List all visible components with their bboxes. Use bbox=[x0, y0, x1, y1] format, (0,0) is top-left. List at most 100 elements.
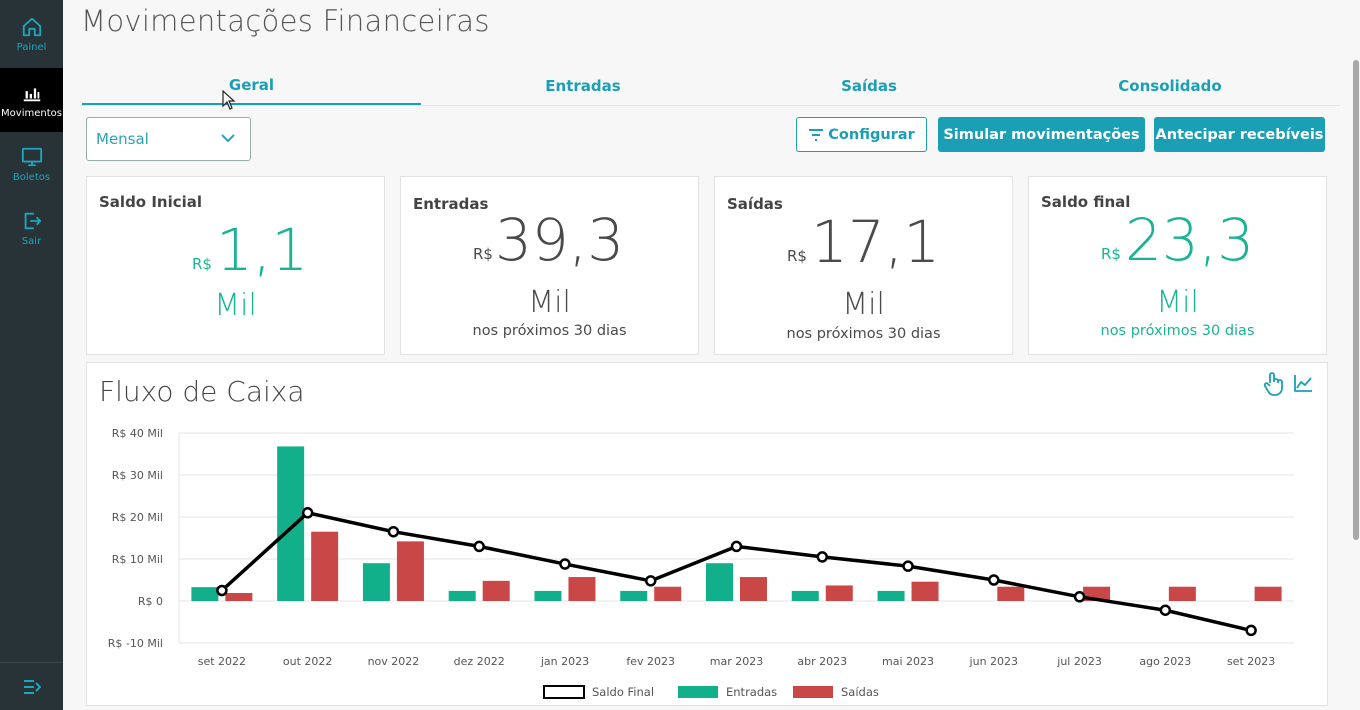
card-saldo-final: Saldo final R$ 23,3 Mil nos próximos 30 … bbox=[1028, 176, 1327, 355]
filter-icon bbox=[809, 128, 824, 141]
entradas-bar bbox=[534, 590, 562, 601]
sidebar-item-label: Painel bbox=[16, 41, 47, 53]
x-tick-label: jan 2023 bbox=[540, 655, 589, 668]
period-select-value: Mensal bbox=[96, 130, 149, 148]
saidas-bar bbox=[482, 580, 510, 601]
monitor-icon bbox=[21, 147, 42, 166]
saidas-bar bbox=[568, 577, 596, 601]
entradas-bar bbox=[448, 590, 476, 601]
card-subtitle: nos próximos 30 dias bbox=[1100, 323, 1255, 339]
saidas-bar bbox=[997, 586, 1025, 601]
card-title: Saldo Inicial bbox=[99, 193, 203, 211]
tab-geral[interactable]: Geral bbox=[82, 66, 421, 105]
x-tick-label: set 2022 bbox=[198, 655, 246, 668]
period-select[interactable]: Mensal bbox=[86, 117, 251, 161]
entradas-bar bbox=[362, 563, 390, 601]
simulate-button[interactable]: Simular movimentações bbox=[938, 117, 1145, 152]
card-subtitle: nos próximos 30 dias bbox=[786, 326, 941, 342]
legend-saldo-final-label: Saldo Final bbox=[592, 685, 654, 699]
saldo-final-point bbox=[816, 551, 829, 563]
anticipate-button[interactable]: Antecipar recebíveis bbox=[1154, 117, 1325, 152]
card-entradas: Entradas R$ 39,3 Mil nos próximos 30 dia… bbox=[400, 176, 699, 355]
card-title: Saldo final bbox=[1041, 193, 1131, 211]
y-tick-label: R$ 10 Mil bbox=[112, 553, 163, 566]
saidas-bar bbox=[225, 593, 253, 601]
legend-entradas-label: Entradas bbox=[726, 685, 777, 699]
saldo-final-point bbox=[473, 540, 485, 553]
legend-saidas-label: Saídas bbox=[841, 685, 879, 699]
x-tick-label: abr 2023 bbox=[797, 655, 847, 668]
saldo-final-point bbox=[387, 525, 400, 538]
saidas-bar bbox=[1168, 586, 1196, 601]
x-tick-label: jul 2023 bbox=[1056, 655, 1102, 668]
page-title: Movimentações Financeiras bbox=[81, 4, 490, 38]
card-saidas: Saídas R$ 17,1 Mil nos próximos 30 dias bbox=[714, 176, 1013, 355]
card-title: Entradas bbox=[413, 195, 489, 213]
chevron-down-icon bbox=[221, 134, 235, 143]
sidebar-item-sair[interactable]: Sair bbox=[0, 196, 63, 260]
cash-flow-chart-card: Fluxo de Caixa R$ 40 Mil R$ 30 Mil R$ 20 M… bbox=[86, 362, 1328, 706]
card-currency: R$ bbox=[192, 255, 212, 273]
saidas-bar bbox=[825, 585, 853, 601]
saldo-final-point bbox=[301, 507, 314, 519]
entradas-bar bbox=[277, 446, 305, 601]
y-tick-label: R$ 20 Mil bbox=[112, 511, 163, 524]
x-tick-label: jun 2023 bbox=[969, 655, 1019, 668]
saldo-final-point bbox=[1245, 624, 1257, 637]
legend-saidas-swatch bbox=[793, 686, 833, 698]
x-tick-label: mar 2023 bbox=[710, 655, 763, 668]
configure-button[interactable]: Configurar bbox=[796, 117, 927, 152]
x-tick-label: mai 2023 bbox=[882, 655, 934, 668]
card-currency: R$ bbox=[473, 245, 493, 263]
card-currency: R$ bbox=[1101, 245, 1121, 263]
saidas-bar bbox=[654, 586, 682, 601]
card-saldo-inicial: Saldo Inicial R$ 1,1 Mil bbox=[86, 176, 385, 355]
scrollbar-thumb[interactable] bbox=[1353, 60, 1359, 540]
x-tick-label: out 2022 bbox=[283, 655, 333, 668]
card-subtitle: nos próximos 30 dias bbox=[472, 323, 627, 339]
collapse-menu-icon bbox=[23, 680, 41, 694]
bar-chart-icon bbox=[23, 87, 40, 101]
x-tick-label: fev 2023 bbox=[626, 655, 675, 668]
card-currency: R$ bbox=[787, 247, 807, 265]
card-value: 1,1 bbox=[216, 216, 309, 284]
entradas-bar bbox=[791, 590, 819, 601]
mouse-cursor-icon bbox=[222, 90, 236, 110]
y-tick-label: R$ 0 bbox=[138, 595, 163, 608]
entradas-bar bbox=[877, 590, 905, 601]
sidebar-item-label: Sair bbox=[21, 235, 42, 247]
saldo-final-point bbox=[1159, 604, 1172, 616]
tab-saidas[interactable]: Saídas bbox=[770, 66, 968, 105]
tab-entradas[interactable]: Entradas bbox=[484, 66, 682, 105]
sidebar-item-painel[interactable]: Painel bbox=[0, 2, 63, 66]
entradas-bar bbox=[706, 563, 733, 601]
tab-bar: Geral Entradas Saídas Consolidado bbox=[82, 66, 1340, 106]
saldo-final-point bbox=[1073, 591, 1086, 603]
home-icon bbox=[22, 17, 41, 36]
x-tick-label: set 2023 bbox=[1227, 655, 1275, 668]
legend-saldo-final-swatch bbox=[543, 685, 585, 699]
saldo-final-point bbox=[216, 584, 228, 597]
sidebar-divider bbox=[0, 662, 63, 663]
card-unit: Mil bbox=[842, 287, 885, 322]
saidas-bar bbox=[396, 541, 424, 601]
saldo-final-point bbox=[730, 540, 743, 553]
tab-consolidado[interactable]: Consolidado bbox=[1070, 66, 1270, 105]
saldo-final-point bbox=[988, 574, 1000, 586]
card-value: 17,1 bbox=[811, 208, 941, 276]
y-tick-label: R$ 40 Mil bbox=[112, 427, 163, 440]
saidas-bar bbox=[740, 577, 767, 601]
scrollbar[interactable] bbox=[1350, 0, 1360, 710]
y-tick-label: R$ -10 Mil bbox=[108, 637, 163, 650]
saldo-final-point bbox=[902, 560, 914, 572]
sidebar-item-boletos[interactable]: Boletos bbox=[0, 132, 63, 196]
card-unit: Mil bbox=[528, 285, 571, 320]
sidebar-item-label: Boletos bbox=[12, 171, 51, 183]
card-unit: Mil bbox=[1156, 285, 1199, 320]
collapse-menu-button[interactable] bbox=[0, 670, 63, 704]
x-tick-label: ago 2023 bbox=[1139, 655, 1191, 668]
entradas-bar bbox=[191, 587, 219, 601]
x-tick-label: dez 2022 bbox=[454, 655, 505, 668]
sidebar-item-label: Movimentos bbox=[1, 107, 62, 119]
sidebar-item-movimentos[interactable]: Movimentos bbox=[0, 68, 63, 132]
